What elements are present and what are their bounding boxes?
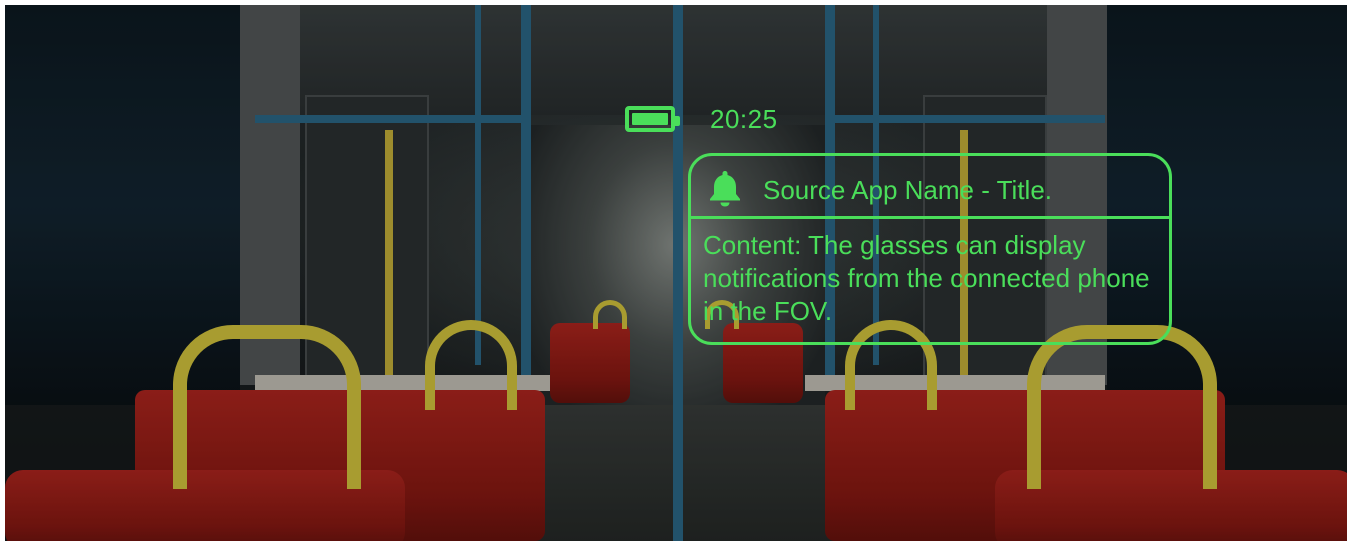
- status-bar: 20:25: [625, 101, 778, 137]
- battery-fill: [632, 113, 668, 125]
- battery-full-icon: [625, 106, 680, 132]
- notification-content: Content: The glasses can display notific…: [703, 230, 1150, 326]
- notification-title: Source App Name - Title.: [763, 175, 1053, 205]
- clock-time: 20:25: [710, 103, 778, 134]
- notification-header: Source App Name - Title.: [691, 156, 1169, 219]
- bell-icon: [710, 171, 740, 207]
- hud-viewport: 20:25 Source App Name - Title. Content: …: [5, 5, 1347, 541]
- battery-tip: [675, 116, 680, 126]
- notification-card[interactable]: Source App Name - Title. Content: The gl…: [688, 153, 1172, 345]
